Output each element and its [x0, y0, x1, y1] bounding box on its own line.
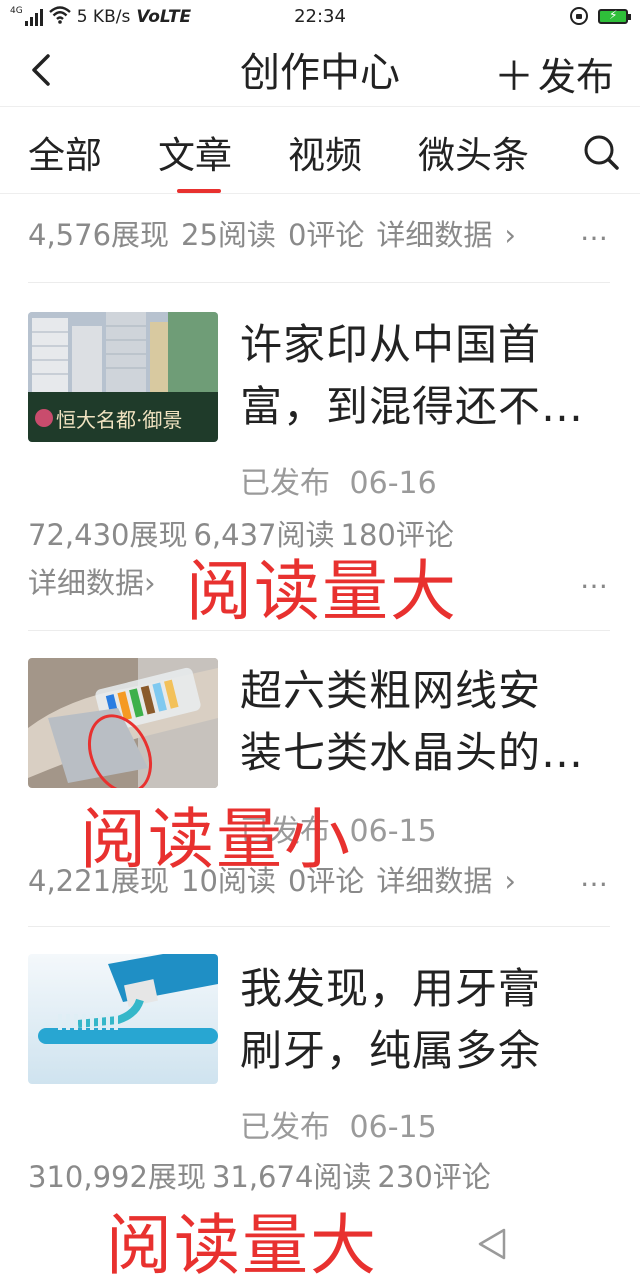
- detail-data-link[interactable]: 详细数据›: [28, 560, 168, 602]
- app-header: 创作中心 ＋ 发布: [0, 34, 640, 107]
- annotation-label: 阅读量小: [80, 801, 352, 878]
- article-thumbnail[interactable]: [28, 658, 218, 788]
- detail-data-label: 详细数据: [376, 218, 493, 252]
- publish-date: 06-15: [349, 814, 437, 849]
- chevron-right-icon: ›: [504, 218, 517, 252]
- rotation-lock-icon: [570, 7, 588, 25]
- article-thumbnail[interactable]: 恒大名都·御景: [28, 312, 218, 442]
- article-title-line: 刷牙，纯属多余: [240, 1026, 542, 1075]
- comments-count: 230评论: [377, 1160, 491, 1194]
- article-title-line: 许家印从中国首: [240, 320, 542, 369]
- article-title[interactable]: 许家印从中国首 富，到混得还不…: [240, 314, 612, 438]
- comments-count: 0评论: [287, 218, 365, 252]
- tab-videos[interactable]: 视频: [288, 125, 362, 179]
- status-right: ⚡: [570, 7, 631, 25]
- article-stats: 310,992展现 31,674阅读 230评论: [28, 1154, 503, 1196]
- tab-articles[interactable]: 文章: [158, 125, 232, 179]
- publish-date: 06-16: [349, 466, 437, 501]
- more-options-button[interactable]: …: [580, 860, 610, 893]
- clock: 22:34: [294, 6, 346, 27]
- tab-micro-posts[interactable]: 微头条: [418, 125, 529, 179]
- nav-back-icon[interactable]: [474, 1226, 510, 1262]
- divider: [28, 282, 610, 283]
- detail-data-label: 详细数据: [28, 566, 145, 600]
- chevron-right-icon: ›: [504, 864, 517, 898]
- article-title[interactable]: 我发现，用牙膏 刷牙，纯属多余: [240, 958, 612, 1082]
- article-title-line: 装七类水晶头的…: [240, 728, 585, 777]
- publish-info: 已发布 06-16: [240, 458, 437, 502]
- article-thumbnail[interactable]: [28, 954, 218, 1084]
- reads-count: 25阅读: [181, 218, 276, 252]
- chevron-right-icon: ›: [144, 566, 156, 600]
- detail-data-link[interactable]: 详细数据 ›: [376, 218, 528, 252]
- detail-data-label: 详细数据: [376, 864, 493, 898]
- thumbnail-caption: 恒大名都·御景: [56, 408, 183, 432]
- impressions-count: 310,992展现: [28, 1160, 206, 1194]
- battery-icon: ⚡: [598, 8, 631, 24]
- article-title-line: 我发现，用牙膏: [240, 964, 542, 1013]
- publish-date: 06-15: [349, 1110, 437, 1145]
- annotation-label: 阅读量大: [186, 553, 458, 630]
- category-tabs: 全部 文章 视频 微头条: [0, 107, 640, 194]
- more-options-button[interactable]: …: [580, 214, 610, 247]
- more-options-button[interactable]: …: [580, 562, 610, 595]
- back-icon[interactable]: [28, 50, 58, 90]
- search-icon[interactable]: [582, 133, 620, 171]
- impressions-count: 4,576展现: [28, 218, 170, 252]
- article-title-line: 超六类粗网线安: [240, 666, 542, 715]
- annotation-label: 阅读量大: [106, 1207, 378, 1284]
- publish-status: 已发布: [240, 1110, 330, 1145]
- publish-label: 发布: [537, 54, 614, 99]
- plus-icon: ＋: [493, 54, 534, 100]
- tab-all[interactable]: 全部: [28, 125, 102, 179]
- status-bar: 4G 5 KB/s VoLTE 22:34 ⚡: [0, 0, 640, 34]
- publish-status: 已发布: [240, 466, 330, 501]
- divider: [28, 630, 610, 631]
- publish-button[interactable]: ＋ 发布: [494, 44, 614, 102]
- detail-data-link[interactable]: 详细数据 ›: [376, 864, 528, 898]
- article-stats: 4,576展现 25阅读 0评论 详细数据 ›: [28, 212, 540, 254]
- divider: [28, 926, 610, 927]
- reads-count: 31,674阅读: [211, 1160, 372, 1194]
- active-tab-indicator: [177, 189, 221, 193]
- article-title-line: 富，到混得还不…: [240, 382, 585, 431]
- impressions-count: 72,430展现: [28, 518, 188, 552]
- publish-info: 已发布 06-15: [240, 1102, 437, 1146]
- article-title[interactable]: 超六类粗网线安 装七类水晶头的…: [240, 660, 612, 784]
